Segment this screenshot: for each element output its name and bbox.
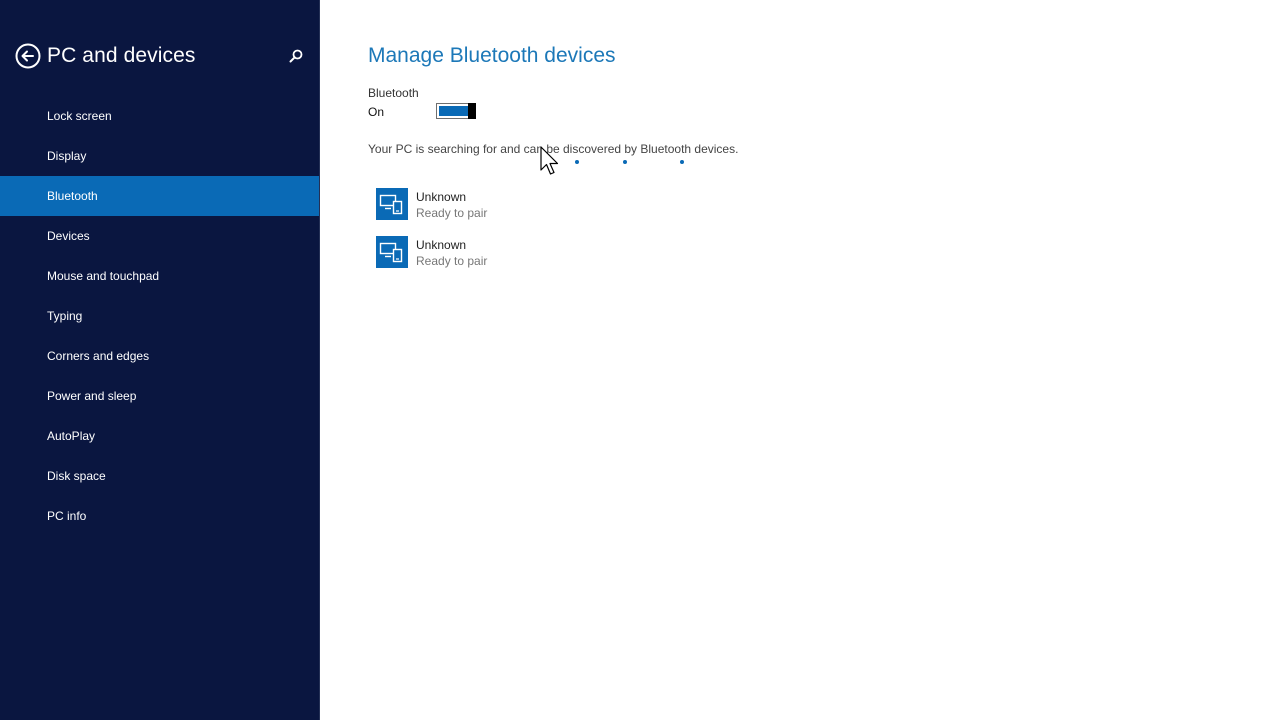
- bluetooth-toggle-label: Bluetooth: [368, 86, 419, 100]
- sidebar-item-label: PC info: [47, 509, 87, 523]
- pc-settings-window: PC and devices Lock screen Display Bluet…: [0, 0, 1280, 720]
- back-arrow-icon: [15, 43, 41, 69]
- sidebar-item-devices[interactable]: Devices: [0, 216, 319, 256]
- mouse-cursor-icon: [540, 146, 559, 175]
- pc-and-phone-icon: [376, 188, 408, 220]
- page-title: Manage Bluetooth devices: [368, 44, 616, 67]
- sidebar-item-disk-space[interactable]: Disk space: [0, 456, 319, 496]
- sidebar-item-label: Corners and edges: [47, 349, 150, 363]
- sidebar-item-typing[interactable]: Typing: [0, 296, 319, 336]
- sidebar-item-display[interactable]: Display: [0, 136, 319, 176]
- sidebar-item-label: Bluetooth: [47, 189, 98, 203]
- sidebar-header: PC and devices: [0, 36, 319, 76]
- progress-dot: [623, 160, 627, 164]
- sidebar-item-label: Lock screen: [47, 109, 112, 123]
- main-content: Manage Bluetooth devices Bluetooth On Yo…: [320, 0, 1280, 720]
- sidebar-item-corners-and-edges[interactable]: Corners and edges: [0, 336, 319, 376]
- bluetooth-toggle-state: On: [368, 105, 385, 119]
- device-name: Unknown: [416, 238, 467, 252]
- progress-dot: [680, 160, 684, 164]
- sidebar-item-label: AutoPlay: [47, 429, 96, 443]
- sidebar-item-pc-info[interactable]: PC info: [0, 496, 319, 536]
- sidebar-item-bluetooth[interactable]: Bluetooth: [0, 176, 319, 216]
- toggle-fill: [439, 106, 469, 116]
- sidebar-item-mouse-and-touchpad[interactable]: Mouse and touchpad: [0, 256, 319, 296]
- toggle-thumb[interactable]: [468, 103, 476, 119]
- sidebar-item-lock-screen[interactable]: Lock screen: [0, 96, 319, 136]
- device-name: Unknown: [416, 190, 467, 204]
- sidebar-item-label: Devices: [47, 229, 90, 243]
- sidebar-item-label: Typing: [47, 309, 83, 323]
- device-item[interactable]: Unknown Ready to pair: [376, 236, 676, 270]
- sidebar-item-label: Mouse and touchpad: [47, 269, 160, 283]
- sidebar-item-label: Power and sleep: [47, 389, 137, 403]
- search-icon: [289, 49, 303, 63]
- bluetooth-toggle[interactable]: [436, 103, 476, 119]
- sidebar-item-label: Disk space: [47, 469, 106, 483]
- sidebar-item-power-and-sleep[interactable]: Power and sleep: [0, 376, 319, 416]
- pc-and-phone-icon: [376, 236, 408, 268]
- sidebar-item-label: Display: [47, 149, 87, 163]
- sidebar-item-autoplay[interactable]: AutoPlay: [0, 416, 319, 456]
- device-status: Ready to pair: [416, 254, 488, 268]
- sidebar: PC and devices Lock screen Display Bluet…: [0, 0, 320, 720]
- progress-dot: [575, 160, 579, 164]
- device-item[interactable]: Unknown Ready to pair: [376, 188, 676, 222]
- sidebar-title: PC and devices: [47, 44, 196, 67]
- back-button[interactable]: [15, 43, 41, 69]
- search-button[interactable]: [288, 48, 304, 64]
- device-status: Ready to pair: [416, 206, 488, 220]
